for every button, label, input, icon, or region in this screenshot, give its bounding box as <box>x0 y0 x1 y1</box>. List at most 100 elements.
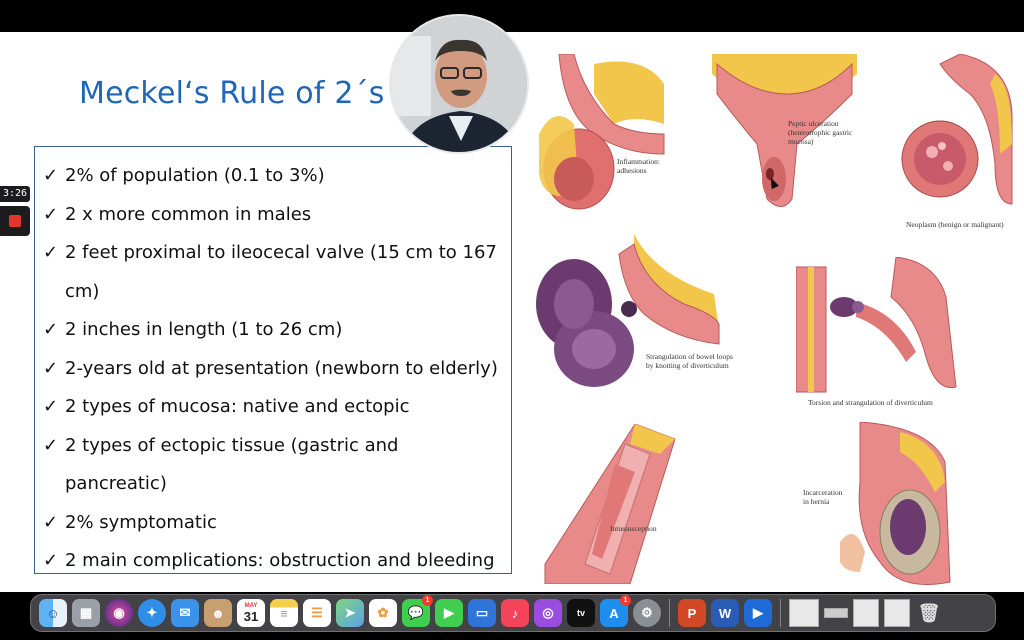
checkmark-icon: ✓ <box>43 396 59 417</box>
dock-window-thumbnail-1[interactable] <box>789 599 819 627</box>
dock-mail[interactable]: ✉ <box>171 599 199 627</box>
bullet-text: 2 main complications: obstruction and bl… <box>65 550 495 571</box>
stop-recording-button[interactable] <box>0 206 30 236</box>
checkmark-icon: ✓ <box>43 319 59 340</box>
bullet-text: 2 types of ectopic tissue (gastric and p… <box>65 434 399 495</box>
dock-finder[interactable]: ☺ <box>39 599 67 627</box>
bullet-item: ✓ 2 x more common in males <box>43 196 511 235</box>
checkmark-icon: ✓ <box>43 165 59 186</box>
checkmark-icon: ✓ <box>43 511 59 533</box>
messages-badge: 1 <box>422 595 433 606</box>
appletv-icon: tv <box>576 608 585 618</box>
bullet-item: ✓ 2-years old at presentation (newborn to… <box>43 350 511 389</box>
dock-system-preferences[interactable]: ⚙ <box>633 599 661 627</box>
bullet-text: 2 inches in length (1 to 26 cm) <box>65 319 343 340</box>
launchpad-icon: ▦ <box>79 605 93 620</box>
finder-icon: ☺ <box>46 605 60 621</box>
mail-icon: ✉ <box>179 605 191 620</box>
dock-trash[interactable]: 🗑 <box>915 599 943 627</box>
dock-podcasts[interactable]: ◎ <box>534 599 562 627</box>
caption-torsion: Torsion and strangulation of diverticulu… <box>808 398 933 407</box>
top-black-bar <box>0 0 1024 32</box>
podcasts-icon: ◎ <box>542 605 554 620</box>
dock-word[interactable]: W <box>711 599 739 627</box>
bullet-text: 2 x more common in males <box>65 203 312 225</box>
dock-separator-2 <box>780 599 781 627</box>
dock-photos[interactable]: ✿ <box>369 599 397 627</box>
caption-intussusception: Intussusception <box>610 524 657 533</box>
siri-icon: ◉ <box>113 605 125 620</box>
stop-icon <box>9 215 21 227</box>
dock-powerpoint[interactable]: P <box>678 599 706 627</box>
checkmark-icon: ✓ <box>43 242 59 263</box>
safari-icon: ✦ <box>146 605 158 620</box>
caption-strangulation: Strangulation of bowel loops by knotting… <box>646 352 733 370</box>
contacts-icon: ☻ <box>211 605 225 621</box>
checkmark-icon: ✓ <box>43 357 59 379</box>
dock-launchpad[interactable]: ▦ <box>72 599 100 627</box>
dock-reminders[interactable]: ☰ <box>303 599 331 627</box>
illustration-strangulation <box>536 234 720 387</box>
bullet-text: 2 types of mucosa: native and ectopic <box>65 396 410 417</box>
appstore-badge: 1 <box>620 595 631 606</box>
music-icon: ♪ <box>511 605 519 621</box>
gear-icon: ⚙ <box>641 605 653 620</box>
bullet-item: ✓ 2 types of ectopic tissue (gastric and … <box>43 427 511 504</box>
bullet-text: 2% symptomatic <box>65 511 217 533</box>
bullet-list: ✓ 2% of population (0.1 to 3%) ✓ 2 x more c… <box>35 147 511 581</box>
word-icon: W <box>718 605 732 621</box>
presenter-video-icon <box>391 16 527 152</box>
maps-icon: ➤ <box>344 605 356 620</box>
presenter-webcam <box>389 14 529 154</box>
dock-window-thumbnail-3[interactable] <box>853 599 879 627</box>
dock-calendar[interactable]: MAY 31 <box>237 599 265 627</box>
bullet-item: ✓ 2% of population (0.1 to 3%) <box>43 157 511 196</box>
dock-music[interactable]: ♪ <box>501 599 529 627</box>
messages-icon: 💬 <box>407 605 425 620</box>
play-icon: ▶ <box>753 605 763 620</box>
powerpoint-icon: P <box>687 605 697 621</box>
illustration-neoplasm <box>901 54 1013 205</box>
dock-appletv[interactable]: tv <box>567 599 595 627</box>
illustration-inflammation <box>539 54 665 210</box>
bullet-item: ✓ 2 types of mucosa: native and ectopic <box>43 388 511 427</box>
checkmark-icon: ✓ <box>43 203 59 225</box>
reminders-icon: ☰ <box>311 605 323 620</box>
keynote-icon: ▭ <box>475 605 489 620</box>
trash-icon: 🗑 <box>917 602 941 623</box>
dock-facetime[interactable]: ▶ <box>435 599 463 627</box>
bullet-text: 2-years old at presentation (newborn to … <box>65 357 498 379</box>
notes-icon: ≡ <box>280 605 288 621</box>
appstore-icon: A <box>609 605 619 621</box>
bullet-text: 2% of population (0.1 to 3%) <box>65 165 325 186</box>
dock-separator <box>669 599 670 627</box>
checkmark-icon: ✓ <box>43 550 59 571</box>
dock-screen-recorder[interactable]: ▶ <box>744 599 772 627</box>
dock-appstore[interactable]: A1 <box>600 595 631 627</box>
caption-incarceration: Incarceration in hernia <box>803 488 843 506</box>
bullet-text: 2 feet proximal to ileocecal valve (15 c… <box>65 242 497 302</box>
dock-contacts[interactable]: ☻ <box>204 599 232 627</box>
photos-icon: ✿ <box>377 605 389 620</box>
illustration-torsion <box>796 257 957 393</box>
macos-dock: ☺ ▦ ◉ ✦ ✉ ☻ MAY 31 ≡ ☰ ➤ ✿ 💬 1 ▶ ▭ ♪ ◎ tv… <box>30 594 996 632</box>
dock-window-thumbnail-2[interactable] <box>824 608 848 618</box>
caption-peptic-ulceration: Peptic ulceration (heterotrophic gastric… <box>788 119 853 146</box>
dock-safari[interactable]: ✦ <box>138 599 166 627</box>
calendar-day: 31 <box>243 609 259 624</box>
bullet-item: ✓ 2% symptomatic <box>43 504 511 543</box>
bullet-box: ✓ 2% of population (0.1 to 3%) ✓ 2 x more c… <box>34 146 512 574</box>
bullet-item: ✓ 2 main complications: obstruction and b… <box>43 542 511 581</box>
bullet-item: ✓ 2 feet proximal to ileocecal valve (15 … <box>43 234 511 311</box>
dock-notes[interactable]: ≡ <box>270 599 298 627</box>
caption-neoplasm: Neoplasm (benign or malignant) <box>906 220 1004 229</box>
dock-messages[interactable]: 💬 1 <box>402 595 433 627</box>
dock-keynote[interactable]: ▭ <box>468 599 496 627</box>
illustration-intussusception <box>544 424 676 584</box>
slide-title: Meckel‘s Rule of 2´s <box>79 76 385 111</box>
dock-siri[interactable]: ◉ <box>105 599 133 627</box>
dock-maps[interactable]: ➤ <box>336 599 364 627</box>
dock-window-thumbnail-4[interactable] <box>884 599 910 627</box>
caption-inflammation: Inflammation: adhesions <box>617 157 660 175</box>
illustration-incarceration <box>840 422 951 585</box>
